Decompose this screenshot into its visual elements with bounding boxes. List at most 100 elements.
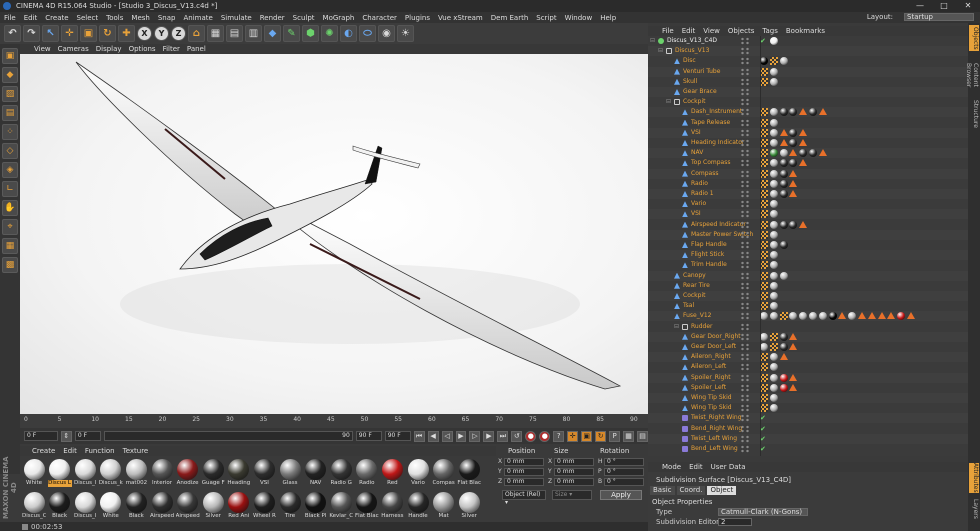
object-menu-edit[interactable]: Edit: [682, 27, 696, 35]
material-swatch[interactable]: Anodize: [176, 458, 200, 489]
undo-icon[interactable]: ↶: [4, 25, 21, 42]
material-tag-icon[interactable]: [769, 179, 778, 188]
visibility-dots-icon[interactable]: [740, 200, 750, 209]
axis-mode-icon[interactable]: ∟: [2, 181, 18, 197]
material-swatch[interactable]: Kevlar_C: [329, 491, 353, 522]
object-row[interactable]: Wing Tip Skid: [648, 393, 968, 403]
visibility-dots-icon[interactable]: [740, 179, 750, 188]
rotation-key-icon[interactable]: ↻: [595, 430, 607, 442]
material-tag-icon[interactable]: [769, 108, 778, 117]
material-menu-edit[interactable]: Edit: [63, 447, 77, 455]
next-frame-icon[interactable]: ▷: [469, 430, 481, 442]
visibility-dots-icon[interactable]: [740, 108, 750, 117]
material-swatch[interactable]: Compas: [432, 458, 456, 489]
texture-tag-icon[interactable]: [760, 139, 768, 147]
start-frame-field[interactable]: 0 F: [24, 431, 58, 441]
material-tag-icon[interactable]: [789, 108, 798, 117]
preview-range-slider[interactable]: 90: [103, 431, 353, 441]
material-tag-icon[interactable]: [769, 271, 778, 280]
material-swatch[interactable]: NAV: [304, 458, 328, 489]
object-menu-view[interactable]: View: [703, 27, 720, 35]
position-x-field[interactable]: 0 mm: [504, 458, 544, 466]
object-row[interactable]: ⊟ Discus_V13: [648, 46, 968, 57]
object-row[interactable]: Compass: [648, 168, 968, 179]
material-swatch[interactable]: Harness: [380, 491, 404, 522]
texture-tag-icon[interactable]: [769, 343, 778, 351]
material-swatch[interactable]: Discus L: [47, 458, 72, 489]
material-tag-icon[interactable]: [769, 363, 778, 372]
material-swatch[interactable]: VSI: [252, 458, 276, 489]
material-tag-icon[interactable]: [769, 149, 778, 158]
menu-character[interactable]: Character: [362, 14, 397, 22]
material-tag-icon[interactable]: [769, 37, 778, 45]
object-menu-bookmarks[interactable]: Bookmarks: [786, 27, 825, 35]
render-picture-viewer-icon[interactable]: ▤: [226, 25, 243, 42]
texture-tag-icon[interactable]: [760, 292, 768, 300]
material-tag-icon[interactable]: [769, 383, 778, 392]
subdivision-editor-field[interactable]: 2: [718, 518, 752, 526]
material-tag-icon[interactable]: [769, 312, 778, 321]
visibility-dots-icon[interactable]: [740, 77, 750, 86]
texture-tag-icon[interactable]: [760, 373, 768, 382]
visibility-dots-icon[interactable]: [740, 67, 750, 76]
material-swatch[interactable]: Black: [48, 491, 72, 522]
light-icon[interactable]: ☀: [397, 25, 414, 42]
object-row[interactable]: Tape Release: [648, 118, 968, 128]
end-frame-field[interactable]: 90 F: [384, 431, 411, 441]
object-row[interactable]: Flap Handle: [648, 240, 968, 250]
object-row[interactable]: Wing Tip Skid: [648, 403, 968, 413]
menu-edit[interactable]: Edit: [24, 14, 38, 22]
material-tag-icon[interactable]: [779, 159, 788, 168]
object-row[interactable]: VSI: [648, 127, 968, 138]
expand-toggle-icon[interactable]: ⊟: [666, 97, 671, 107]
object-row[interactable]: Aileron_Right: [648, 352, 968, 363]
floor-scene-icon[interactable]: ⬭: [359, 25, 376, 42]
x-axis-lock-button[interactable]: X: [137, 26, 152, 41]
material-tag-icon[interactable]: [769, 404, 778, 413]
visibility-dots-icon[interactable]: [740, 251, 750, 260]
visibility-dots-icon[interactable]: [740, 424, 750, 433]
texture-tag-icon[interactable]: [769, 332, 778, 341]
material-tag-icon[interactable]: [779, 57, 788, 66]
object-row[interactable]: Heading Indicator: [648, 138, 968, 148]
texture-tag-icon[interactable]: [760, 149, 768, 158]
selection-tag-icon[interactable]: [887, 312, 896, 320]
selection-tag-icon[interactable]: [858, 312, 866, 320]
material-tag-icon[interactable]: [769, 220, 778, 229]
side-tab-structure[interactable]: Structure: [969, 99, 979, 129]
material-tag-icon[interactable]: [769, 118, 778, 127]
model-mode-icon[interactable]: ◆: [2, 67, 18, 83]
redo-icon[interactable]: ↷: [23, 25, 40, 42]
material-tag-icon[interactable]: [769, 159, 778, 168]
snapping-icon[interactable]: ⌖: [2, 219, 18, 235]
texture-tag-icon[interactable]: [760, 118, 768, 127]
object-row[interactable]: VSI: [648, 209, 968, 220]
attr-menu-edit[interactable]: Edit: [689, 463, 703, 471]
array-generator-icon[interactable]: ✺: [321, 25, 338, 42]
material-tag-icon[interactable]: [769, 373, 778, 382]
expand-toggle-icon[interactable]: ⊟: [650, 36, 655, 46]
size-mode-dropdown[interactable]: Size ▾: [552, 490, 592, 500]
visibility-dots-icon[interactable]: [740, 37, 750, 45]
material-tag-icon[interactable]: [789, 220, 798, 229]
visibility-dots-icon[interactable]: [740, 169, 750, 178]
position-y-field[interactable]: 0 mm: [504, 468, 544, 476]
object-row[interactable]: Venturi Tube: [648, 66, 968, 77]
timeline-ruler[interactable]: 0 5 10 15 20 25 30 35 40 45 50 55 60 65 70 75 80 85 90: [20, 414, 648, 428]
material-swatch[interactable]: Black Pl: [304, 491, 328, 522]
visibility-dots-icon[interactable]: [740, 292, 750, 300]
deformer-bend-icon[interactable]: ◐: [340, 25, 357, 42]
selection-tag-icon[interactable]: [789, 383, 798, 391]
material-tag-icon[interactable]: [789, 312, 798, 321]
material-swatch[interactable]: Silver: [201, 491, 225, 522]
tab-basic[interactable]: Basic: [650, 486, 675, 495]
menu-script[interactable]: Script: [536, 14, 556, 22]
visibility-dots-icon[interactable]: [740, 332, 750, 341]
loop-icon[interactable]: ↺: [511, 430, 523, 442]
side-tab-layers[interactable]: Layers: [969, 497, 979, 521]
viewport-menu-display[interactable]: Display: [96, 45, 122, 53]
spline-pen-icon[interactable]: ✎: [283, 25, 300, 42]
enabled-check-icon[interactable]: ✔: [760, 445, 768, 453]
material-swatch[interactable]: Airspeed: [176, 491, 200, 522]
material-tag-icon[interactable]: [789, 128, 798, 137]
